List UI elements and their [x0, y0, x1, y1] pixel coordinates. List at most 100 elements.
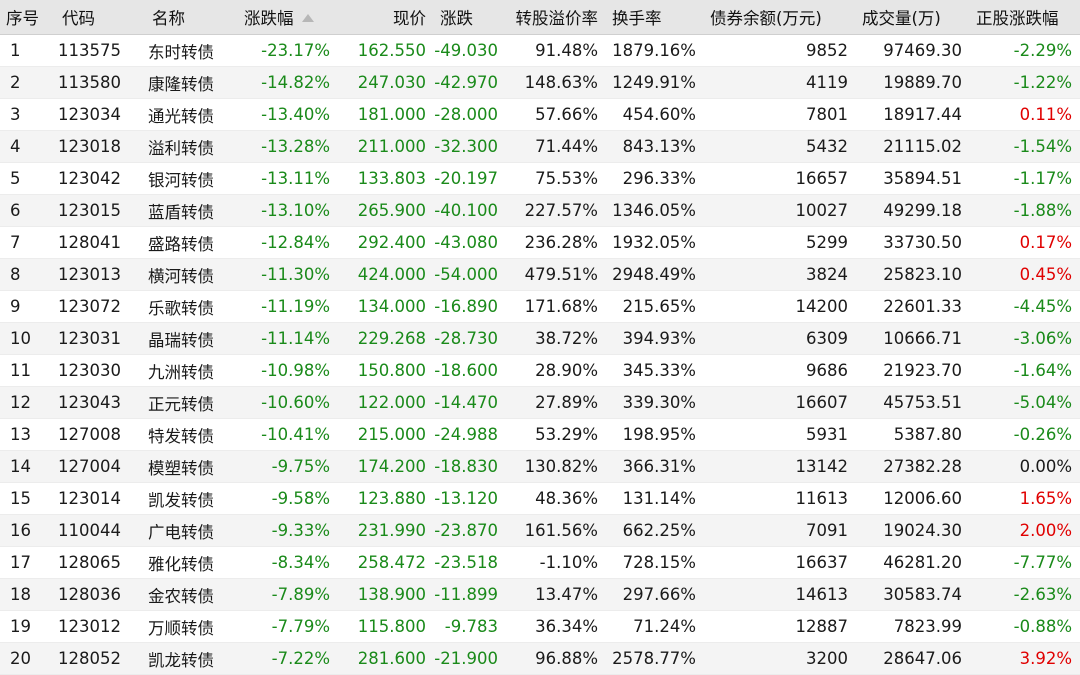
cell-stock-change: -1.22%: [970, 66, 1080, 99]
table-row[interactable]: 14 127004 模塑转债 -9.75% 174.200 -18.830 130.82% 3…: [0, 450, 1080, 483]
cell-code: 123034: [56, 98, 146, 131]
table-row[interactable]: 7 128041 盛路转债 -12.84% 292.400 -43.080 236.28% 1…: [0, 226, 1080, 259]
table-row[interactable]: 6 123015 蓝盾转债 -13.10% 265.900 -40.100 227.57% 1…: [0, 194, 1080, 227]
cell-balance: 4119: [704, 66, 856, 99]
header-stock-change[interactable]: 正股涨跌幅: [970, 0, 1080, 35]
cell-change: -28.730: [434, 322, 506, 355]
cell-change: -11.899: [434, 578, 506, 611]
cell-change: -18.830: [434, 450, 506, 483]
cell-change-pct: -14.82%: [238, 66, 338, 99]
cell-turnover: 198.95%: [606, 418, 704, 451]
cell-index: 2: [0, 66, 56, 99]
header-change[interactable]: 涨跌: [434, 0, 506, 35]
cell-name: 广电转债: [146, 514, 238, 547]
sort-ascending-icon[interactable]: [301, 14, 314, 22]
table-row[interactable]: 2 113580 康隆转债 -14.82% 247.030 -42.970 148.63% 1…: [0, 66, 1080, 99]
header-turnover[interactable]: 换手率: [606, 0, 704, 35]
cell-price: 424.000: [338, 258, 434, 291]
table-row[interactable]: 18 128036 金农转债 -7.89% 138.900 -11.899 13.47% 29…: [0, 578, 1080, 611]
header-balance[interactable]: 债券余额(万元): [704, 0, 856, 35]
cell-turnover: 1249.91%: [606, 66, 704, 99]
cell-name: 模塑转债: [146, 450, 238, 483]
cell-code: 128041: [56, 226, 146, 259]
cell-change: -32.300: [434, 130, 506, 163]
cell-volume: 97469.30: [856, 34, 970, 67]
cell-change: -16.890: [434, 290, 506, 323]
table-row[interactable]: 1 113575 东时转债 -23.17% 162.550 -49.030 91.48% 18…: [0, 34, 1080, 67]
cell-code: 123031: [56, 322, 146, 355]
cell-code: 123014: [56, 482, 146, 515]
cell-balance: 7091: [704, 514, 856, 547]
header-name[interactable]: 名称: [146, 0, 238, 35]
cell-price: 258.472: [338, 546, 434, 579]
cell-index: 8: [0, 258, 56, 291]
table-row[interactable]: 12 123043 正元转债 -10.60% 122.000 -14.470 27.89% 3…: [0, 386, 1080, 419]
cell-change-pct: -13.11%: [238, 162, 338, 195]
cell-index: 20: [0, 642, 56, 675]
cell-code: 128036: [56, 578, 146, 611]
cell-volume: 22601.33: [856, 290, 970, 323]
cell-price: 281.600: [338, 642, 434, 675]
cell-turnover: 366.31%: [606, 450, 704, 483]
cell-name: 特发转债: [146, 418, 238, 451]
table-row[interactable]: 15 123014 凯发转债 -9.58% 123.880 -13.120 48.36% 13…: [0, 482, 1080, 515]
table-row[interactable]: 20 128052 凯龙转债 -7.22% 281.600 -21.900 96.88% 25…: [0, 642, 1080, 675]
header-change-pct[interactable]: 涨跌幅: [238, 0, 338, 35]
cell-volume: 33730.50: [856, 226, 970, 259]
cell-stock-change: -1.88%: [970, 194, 1080, 227]
header-volume[interactable]: 成交量(万): [856, 0, 970, 35]
table-row[interactable]: 5 123042 银河转债 -13.11% 133.803 -20.197 75.53% 29…: [0, 162, 1080, 195]
cell-index: 5: [0, 162, 56, 195]
table-row[interactable]: 13 127008 特发转债 -10.41% 215.000 -24.988 53.29% 1…: [0, 418, 1080, 451]
cell-stock-change: 3.92%: [970, 642, 1080, 675]
table-row[interactable]: 9 123072 乐歌转债 -11.19% 134.000 -16.890 171.68% 2…: [0, 290, 1080, 323]
header-code[interactable]: 代码: [56, 0, 146, 35]
cell-turnover: 1879.16%: [606, 34, 704, 67]
cell-name: 溢利转债: [146, 130, 238, 163]
table-row[interactable]: 10 123031 晶瑞转债 -11.14% 229.268 -28.730 38.72% 3…: [0, 322, 1080, 355]
table-row[interactable]: 8 123013 横河转债 -11.30% 424.000 -54.000 479.51% 2…: [0, 258, 1080, 291]
cell-price: 247.030: [338, 66, 434, 99]
table-row[interactable]: 16 110044 广电转债 -9.33% 231.990 -23.870 161.56% 6…: [0, 514, 1080, 547]
cell-price: 215.000: [338, 418, 434, 451]
cell-volume: 19024.30: [856, 514, 970, 547]
header-index[interactable]: 序号: [0, 0, 56, 35]
cell-index: 19: [0, 610, 56, 643]
cell-index: 16: [0, 514, 56, 547]
cell-change-pct: -8.34%: [238, 546, 338, 579]
cell-change: -24.988: [434, 418, 506, 451]
cell-name: 康隆转债: [146, 66, 238, 99]
table-row[interactable]: 19 123012 万顺转债 -7.79% 115.800 -9.783 36.34% 71.…: [0, 610, 1080, 643]
cell-balance: 6309: [704, 322, 856, 355]
cell-stock-change: -2.29%: [970, 34, 1080, 67]
cell-balance: 5931: [704, 418, 856, 451]
cell-volume: 19889.70: [856, 66, 970, 99]
cell-change-pct: -23.17%: [238, 34, 338, 67]
table-row[interactable]: 3 123034 通光转债 -13.40% 181.000 -28.000 57.66% 45…: [0, 98, 1080, 131]
cell-stock-change: -1.17%: [970, 162, 1080, 195]
table-row[interactable]: 11 123030 九洲转债 -10.98% 150.800 -18.600 28.90% 3…: [0, 354, 1080, 387]
cell-change-pct: -9.33%: [238, 514, 338, 547]
cell-stock-change: -1.64%: [970, 354, 1080, 387]
cell-change: -14.470: [434, 386, 506, 419]
cell-stock-change: -3.06%: [970, 322, 1080, 355]
table-row[interactable]: 4 123018 溢利转债 -13.28% 211.000 -32.300 71.44% 84…: [0, 130, 1080, 163]
cell-balance: 13142: [704, 450, 856, 483]
header-row: 序号 代码 名称 涨跌幅 现价 涨跌 转股溢价率 换手率 债券余额(万元) 成交…: [0, 0, 1080, 35]
cell-code: 123043: [56, 386, 146, 419]
cell-turnover: 339.30%: [606, 386, 704, 419]
cell-volume: 10666.71: [856, 322, 970, 355]
header-premium[interactable]: 转股溢价率: [506, 0, 606, 35]
header-price[interactable]: 现价: [338, 0, 434, 35]
table-row[interactable]: 17 128065 雅化转债 -8.34% 258.472 -23.518 -1.10% 72…: [0, 546, 1080, 579]
cell-code: 113575: [56, 34, 146, 67]
cell-stock-change: 0.17%: [970, 226, 1080, 259]
convertible-bond-table: 序号 代码 名称 涨跌幅 现价 涨跌 转股溢价率 换手率 债券余额(万元) 成交…: [0, 0, 1080, 675]
cell-premium: 227.57%: [506, 194, 606, 227]
cell-change: -18.600: [434, 354, 506, 387]
cell-change-pct: -12.84%: [238, 226, 338, 259]
cell-turnover: 1932.05%: [606, 226, 704, 259]
cell-name: 通光转债: [146, 98, 238, 131]
cell-volume: 5387.80: [856, 418, 970, 451]
cell-turnover: 297.66%: [606, 578, 704, 611]
